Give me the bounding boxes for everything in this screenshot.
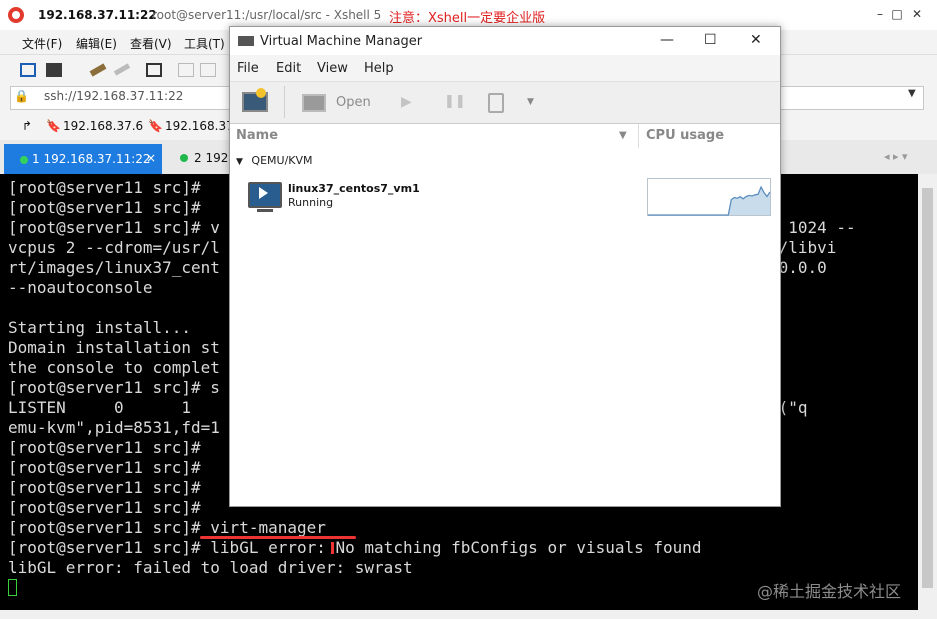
sort-arrow-icon[interactable]: ▼ bbox=[619, 130, 627, 141]
vm-name: linux37_centos7_vm1 bbox=[288, 182, 420, 195]
toolbar-separator bbox=[284, 86, 285, 118]
column-cpu-usage[interactable]: CPU usage bbox=[646, 128, 724, 143]
xshell-close-button[interactable]: ✕ bbox=[909, 6, 925, 22]
vmm-app-icon bbox=[238, 36, 254, 46]
terminal-line: libGL error: failed to load driver: swra… bbox=[8, 558, 413, 577]
menu-file[interactable]: 文件(F) bbox=[22, 35, 62, 52]
vmm-window: Virtual Machine Manager — ☐ ✕ File Edit … bbox=[229, 26, 781, 507]
terminal-line: [root@server11 src]# bbox=[8, 498, 201, 517]
terminal-line: [root@server11 src]# s bbox=[8, 378, 220, 397]
vmm-menubar: File Edit View Help bbox=[230, 55, 780, 81]
xshell-title-ip: 192.168.37.11:22 bbox=[38, 8, 157, 22]
open-folder-icon[interactable] bbox=[46, 63, 62, 77]
terminal-line: [root@server11 src]# bbox=[8, 438, 201, 457]
tab-navigation-icons[interactable]: ◂ ▸ ▾ bbox=[884, 150, 908, 163]
vmm-close-button[interactable]: ✕ bbox=[750, 32, 762, 48]
vmm-menu-file[interactable]: File bbox=[237, 61, 259, 76]
connected-status-icon bbox=[180, 154, 188, 162]
vmm-toolbar: Open ▶ ❚❚ ▼ bbox=[230, 81, 780, 124]
vm-list: ▼ QEMU/KVM linux37_centos7_vm1 Running bbox=[230, 148, 780, 506]
xshell-title-path: root@server11:/usr/local/src - Xshell 5 bbox=[152, 8, 382, 22]
terminal-line: [root@server11 src]# bbox=[8, 178, 201, 197]
xshell-minimize-button[interactable]: – bbox=[872, 6, 888, 22]
tab-close-icon[interactable]: × bbox=[146, 151, 156, 165]
disconnect-icon[interactable] bbox=[113, 63, 131, 76]
vm-list-header: Name ▼ CPU usage bbox=[230, 123, 780, 149]
paste-icon[interactable] bbox=[200, 63, 216, 77]
connection-label: QEMU/KVM bbox=[251, 154, 313, 167]
terminal-cursor bbox=[8, 579, 17, 596]
watermark: @稀土掘金技术社区 bbox=[757, 582, 902, 601]
pause-icon[interactable]: ❚❚ bbox=[444, 94, 466, 109]
bookmark-pin-icon: ↱ bbox=[22, 119, 33, 133]
new-vm-star-icon bbox=[256, 88, 266, 98]
bookmark-item-2[interactable]: 192.168.37. bbox=[165, 119, 238, 133]
vmm-menu-help[interactable]: Help bbox=[364, 61, 394, 76]
menu-view[interactable]: 查看(V) bbox=[130, 35, 172, 52]
xshell-maximize-button[interactable]: □ bbox=[889, 6, 905, 22]
scrollbar-thumb[interactable] bbox=[922, 188, 933, 588]
tab-label: 1 192.168.37.11:22 bbox=[32, 152, 151, 166]
terminal-line: Starting install... bbox=[8, 318, 192, 337]
connected-status-icon bbox=[20, 156, 28, 164]
copy-icon[interactable] bbox=[178, 63, 194, 77]
vm-state: Running bbox=[288, 196, 334, 209]
vm-row[interactable]: linux37_centos7_vm1 Running bbox=[230, 176, 780, 220]
vmm-menu-edit[interactable]: Edit bbox=[276, 61, 301, 76]
terminal-scrollbar[interactable] bbox=[918, 174, 937, 610]
open-vm-icon[interactable] bbox=[302, 94, 326, 112]
shutdown-dropdown-icon[interactable]: ▼ bbox=[527, 97, 534, 107]
terminal-line: [root@server11 src]# virt-manager bbox=[8, 518, 326, 537]
terminal-line: the console to complet bbox=[8, 358, 220, 377]
properties-icon[interactable] bbox=[146, 63, 162, 77]
address-dropdown-icon[interactable]: ▼ bbox=[908, 88, 916, 99]
vmm-maximize-button[interactable]: ☐ bbox=[704, 32, 717, 48]
run-icon[interactable]: ▶ bbox=[401, 94, 412, 110]
bookmark-item-1[interactable]: 192.168.37.6 bbox=[63, 119, 143, 133]
bookmark-icon: 🔖 bbox=[148, 119, 163, 133]
vmm-menu-view[interactable]: View bbox=[317, 61, 348, 76]
terminal-line: [root@server11 src]# bbox=[8, 458, 201, 477]
vmm-titlebar[interactable]: Virtual Machine Manager — ☐ ✕ bbox=[230, 27, 780, 55]
address-url[interactable]: ssh://192.168.37.11:22 bbox=[44, 89, 183, 103]
column-separator bbox=[638, 124, 639, 148]
tab-session-1[interactable]: 1 192.168.37.11:22 × bbox=[4, 144, 162, 174]
open-button[interactable]: Open bbox=[336, 95, 371, 110]
terminal-line: emu-kvm",pid=8531,fd=1 bbox=[8, 418, 220, 437]
highlight-mark bbox=[331, 542, 334, 554]
terminal-line: Domain installation st bbox=[8, 338, 220, 357]
vmm-title: Virtual Machine Manager bbox=[260, 34, 423, 49]
terminal-line: [root@server11 src]# libGL error: No mat… bbox=[8, 538, 702, 557]
vm-monitor-stand-icon bbox=[257, 209, 273, 212]
terminal-line: [root@server11 src]# bbox=[8, 198, 201, 217]
terminal-line: --noautoconsole bbox=[8, 278, 153, 297]
shutdown-icon[interactable] bbox=[488, 93, 504, 113]
menu-edit[interactable]: 编辑(E) bbox=[76, 35, 117, 52]
cpu-usage-graph bbox=[647, 178, 771, 216]
enterprise-warning-text: 注意：Xshell一定要企业版 bbox=[389, 11, 546, 26]
paint-icon[interactable] bbox=[89, 63, 107, 77]
connection-group[interactable]: ▼ QEMU/KVM bbox=[236, 154, 313, 167]
highlight-underline bbox=[200, 536, 356, 539]
lock-icon: 🔒 bbox=[14, 89, 29, 103]
menu-tools[interactable]: 工具(T) bbox=[184, 35, 225, 52]
new-session-icon[interactable] bbox=[20, 63, 36, 77]
expander-icon[interactable]: ▼ bbox=[236, 157, 243, 167]
bookmark-icon: 🔖 bbox=[46, 119, 61, 133]
column-name[interactable]: Name bbox=[236, 128, 278, 143]
xshell-logo-icon bbox=[8, 7, 24, 23]
vmm-minimize-button[interactable]: — bbox=[660, 32, 674, 48]
terminal-line: [root@server11 src]# bbox=[8, 478, 201, 497]
vm-running-icon bbox=[259, 187, 268, 199]
